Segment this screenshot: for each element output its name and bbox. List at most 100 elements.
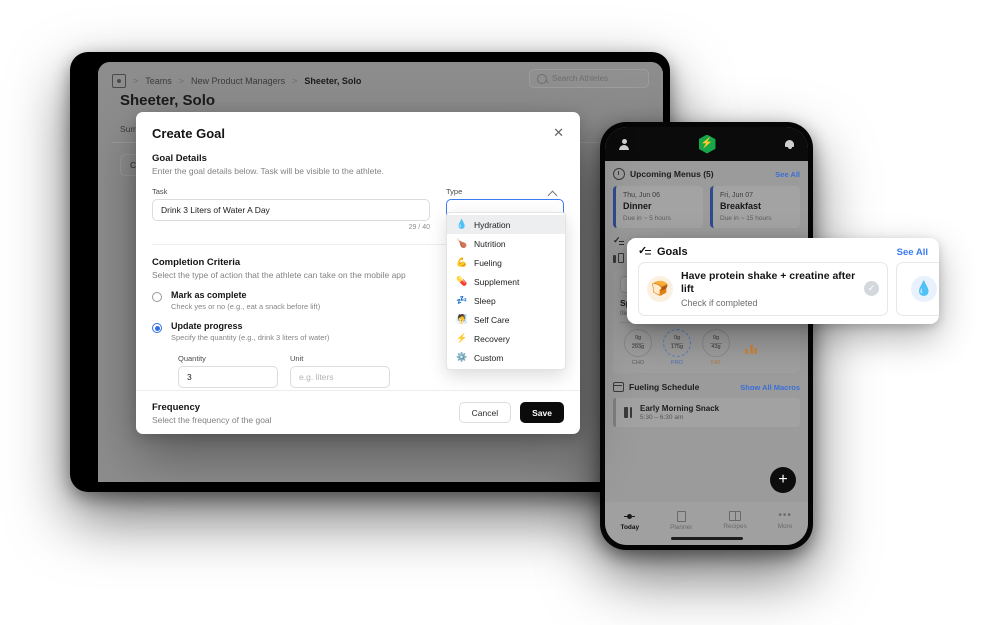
type-label: Type	[446, 187, 463, 196]
task-char-counter: 29 / 40	[408, 224, 430, 231]
menu-card[interactable]: Thu, Jun 06 Dinner Due in ~ 5 hours	[613, 186, 703, 228]
radio-mark-complete[interactable]	[152, 292, 162, 302]
macro-current: 0g	[634, 335, 642, 341]
goal-card-sub: Check if completed	[681, 297, 758, 308]
criteria-option-name: Mark as complete	[171, 290, 247, 300]
quantity-label: Quantity	[178, 354, 206, 363]
type-field-group: Type 💧 Hydration 🍗 Nutrition 💪 Fueling 💊…	[446, 187, 566, 370]
unit-input[interactable]: e.g. liters	[290, 366, 390, 388]
search-icon	[537, 73, 547, 84]
breadcrumb: > Teams > New Product Managers > Sheeter…	[112, 74, 361, 88]
task-input[interactable]: Drink 3 Liters of Water A Day	[152, 199, 430, 221]
menu-card-due: Due in ~ 15 hours	[720, 215, 772, 222]
type-option-nutrition[interactable]: 🍗 Nutrition	[447, 234, 565, 253]
upcoming-menus-title-group: Upcoming Menus (5)	[613, 168, 714, 180]
type-option-label: Supplement	[474, 276, 520, 287]
goals-popup-header: Goals See All	[627, 238, 939, 262]
bell-icon[interactable]	[785, 139, 794, 150]
type-option-label: Hydration	[474, 219, 511, 230]
breadcrumb-separator: >	[133, 76, 139, 86]
goal-card-text: Have protein shake + creatine after lift…	[681, 270, 856, 308]
type-option-sleep[interactable]: 💤 Sleep	[447, 291, 565, 310]
tab-more[interactable]: ••• More	[778, 511, 793, 531]
fueling-item-time: 5:30 – 6:30 am	[640, 414, 684, 421]
fueling-schedule-title: Fueling Schedule	[629, 382, 700, 392]
macro-ring-fat: 0g 43g FAT	[702, 329, 730, 366]
modal-footer: Cancel Save	[136, 390, 580, 434]
goal-details-heading: Goal Details	[152, 153, 207, 164]
macro-current: 0g	[712, 335, 720, 341]
meal-icon	[613, 253, 624, 263]
phone-device-frame: ⚡ Upcoming Menus (5) See All Thu, Jun 06…	[600, 122, 813, 550]
save-button[interactable]: Save	[520, 402, 564, 423]
menu-card-date: Fri, Jun 07	[720, 192, 754, 199]
modal-title: Create Goal	[152, 126, 225, 141]
add-button[interactable]: +	[770, 467, 796, 493]
create-goal-modal: Create Goal ✕ Goal Details Enter the goa…	[136, 112, 580, 434]
quantity-input[interactable]: 3	[178, 366, 278, 388]
cancel-button[interactable]: Cancel	[458, 402, 512, 423]
upcoming-menus-see-all-link[interactable]: See All	[775, 170, 800, 179]
phone-screen: ⚡ Upcoming Menus (5) See All Thu, Jun 06…	[605, 127, 808, 545]
menu-card-due: Due in ~ 5 hours	[623, 215, 671, 222]
macro-current: 0g	[673, 335, 681, 341]
fueling-item[interactable]: Early Morning Snack 5:30 – 6:30 am	[613, 398, 800, 427]
breadcrumb-item-teams[interactable]: Teams	[145, 76, 172, 86]
fueling-title-group: Fueling Schedule	[613, 382, 699, 392]
tab-label: Recipes	[723, 523, 747, 530]
fueling-icon: 💪	[456, 257, 468, 267]
calendar-icon	[613, 382, 624, 392]
goals-popup-card: Goals See All 🍞 Have protein shake + cre…	[627, 238, 939, 324]
fueling-item-name: Early Morning Snack	[640, 404, 720, 413]
upcoming-menus-header: Upcoming Menus (5) See All	[613, 168, 800, 180]
recovery-icon: ⚡	[456, 333, 468, 343]
goal-details-description: Enter the goal details below. Task will …	[152, 166, 384, 176]
menu-card[interactable]: Fri, Jun 07 Breakfast Due in ~ 15 hours	[710, 186, 800, 228]
page-title: Sheeter, Solo	[120, 92, 216, 109]
menu-card-date: Thu, Jun 06	[623, 192, 660, 199]
macro-ring-pro: 0g 175g PRO	[663, 329, 691, 366]
type-option-label: Nutrition	[474, 238, 506, 249]
goals-see-all-link[interactable]: See All	[897, 247, 928, 258]
unit-field-group: Unit e.g. liters	[290, 354, 390, 388]
breadcrumb-separator: >	[178, 76, 185, 86]
breadcrumb-separator: >	[292, 76, 298, 86]
macro-label: PRO	[671, 360, 683, 366]
show-all-macros-link[interactable]: Show All Macros	[740, 383, 800, 392]
type-option-recovery[interactable]: ⚡ Recovery	[447, 329, 565, 348]
goal-card[interactable]: 🍞 Have protein shake + creatine after li…	[638, 262, 888, 316]
protein-shake-icon: 🍞	[647, 275, 673, 302]
hydration-icon: 💧	[456, 219, 468, 229]
tab-today[interactable]: Today	[620, 511, 639, 531]
person-icon[interactable]	[619, 138, 629, 150]
modal-header: Create Goal ✕	[136, 112, 580, 141]
type-option-supplement[interactable]: 💊 Supplement	[447, 272, 565, 291]
tab-recipes[interactable]: Recipes	[723, 511, 747, 530]
breadcrumb-item-team[interactable]: New Product Managers	[191, 76, 285, 86]
criteria-option-desc: Check yes or no (e.g., eat a snack befor…	[171, 302, 321, 311]
macro-rings: 0g 293g CHO 0g 175g PRO 0g 43g FAT	[620, 329, 793, 366]
tab-planner[interactable]: Planner	[670, 510, 693, 531]
macro-bar-chart-icon	[745, 342, 757, 354]
macro-ring-cho: 0g 293g CHO	[624, 329, 652, 366]
type-option-label: Sleep	[474, 295, 496, 306]
goals-card-list: 🍞 Have protein shake + creatine after li…	[627, 262, 939, 316]
check-circle-icon[interactable]: ✓	[864, 281, 879, 297]
tab-label: Planner	[670, 523, 693, 531]
supplement-icon: 💊	[456, 276, 468, 286]
goal-card[interactable]: 💧	[896, 262, 939, 316]
type-option-self-care[interactable]: 🧖 Self Care	[447, 310, 565, 329]
criteria-option-name: Update progress	[171, 321, 243, 331]
type-option-fueling[interactable]: 💪 Fueling	[447, 253, 565, 272]
breadcrumb-item-athlete[interactable]: Sheeter, Solo	[304, 76, 361, 86]
type-option-custom[interactable]: ⚙️ Custom	[447, 348, 565, 367]
document-icon	[676, 510, 686, 522]
goals-checklist-icon	[638, 244, 651, 258]
type-option-hydration[interactable]: 💧 Hydration	[447, 215, 565, 234]
goals-popup-title: Goals	[657, 246, 688, 258]
search-athletes-input[interactable]: Search Athletes	[529, 69, 649, 88]
close-icon[interactable]: ✕	[553, 126, 564, 139]
type-option-label: Custom	[474, 352, 504, 363]
criteria-option-desc: Specify the quantity (e.g., drink 3 lite…	[171, 333, 330, 342]
radio-update-progress[interactable]	[152, 323, 162, 333]
